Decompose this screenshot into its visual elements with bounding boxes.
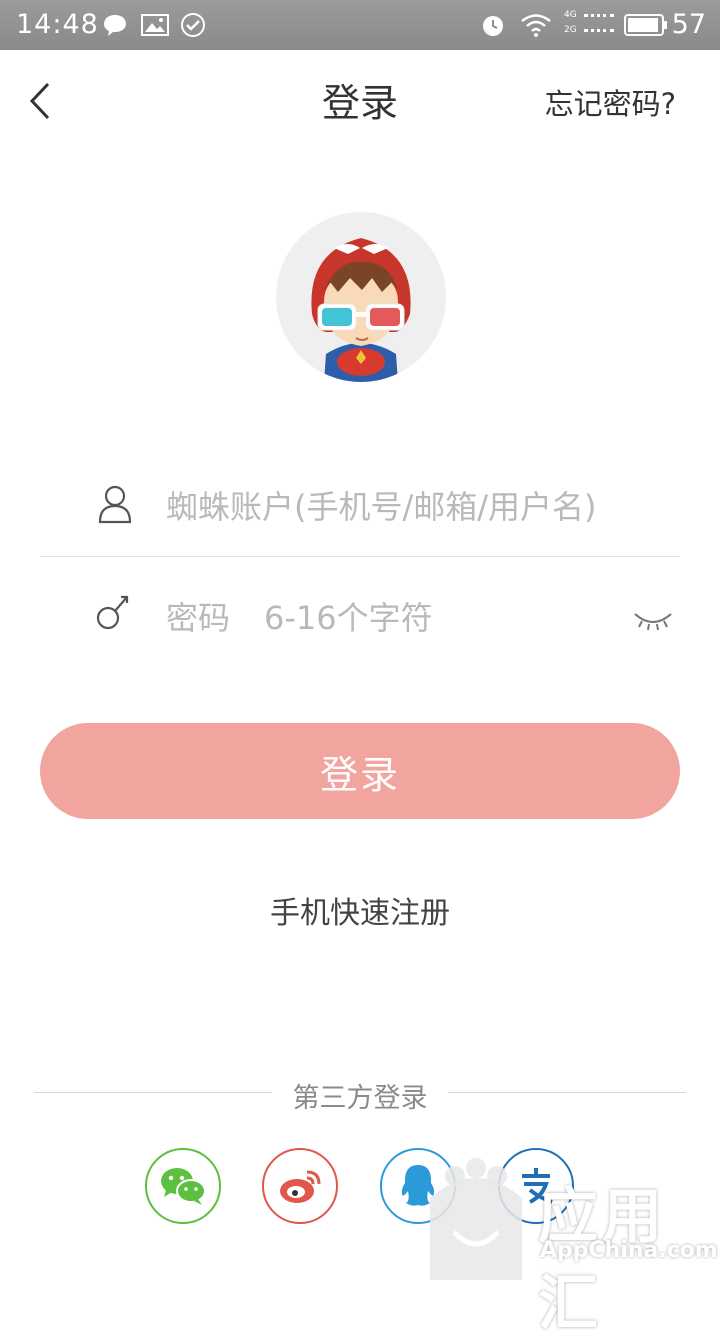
check-circle-icon [181,13,205,37]
wifi-icon [521,14,551,37]
user-icon [98,485,132,524]
battery-icon [624,14,667,36]
account-input[interactable]: 蜘蛛账户(手机号/邮箱/用户名) [166,482,638,528]
message-icon [104,15,126,36]
password-label: 密码 [166,599,231,637]
eye-closed-icon[interactable] [632,606,674,632]
weibo-icon [280,1170,321,1203]
battery-level: 57 [671,9,706,40]
watermark-subtitle: AppChina.com [540,1238,718,1263]
status-bar: 14:48 4G 2G 57 [0,0,720,50]
third-party-divider-right [448,1092,686,1093]
forgot-password-link[interactable]: 忘记密码? [545,81,676,123]
wechat-login-button[interactable] [145,1148,221,1224]
image-icon [141,14,169,36]
status-time: 14:48 [16,9,99,40]
wechat-icon [161,1168,206,1205]
password-input[interactable]: 6-16个字符 [264,593,604,639]
spider-mascot-icon [311,238,411,382]
field-divider [40,556,680,557]
watermark-logo-icon [430,1158,522,1280]
third-party-label: 第三方登录 [292,1083,428,1114]
key-icon [96,595,129,630]
avatar [276,212,446,382]
weibo-login-button[interactable] [262,1148,338,1224]
phone-register-link[interactable]: 手机快速注册 [0,888,720,932]
alarm-icon [483,16,503,36]
signal-icon: 4G 2G [564,10,618,40]
login-button[interactable]: 登录 [40,723,680,819]
